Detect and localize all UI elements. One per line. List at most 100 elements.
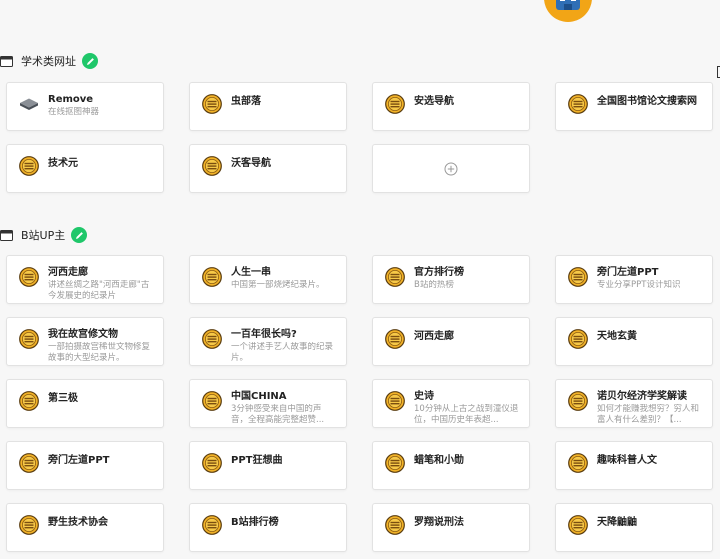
coin-icon [568, 515, 588, 535]
card-text: 人生一串 中国第一部烧烤纪录片。 [231, 266, 336, 291]
coin-icon [19, 515, 39, 535]
card-text: 旁门左道PPT [48, 452, 153, 467]
stack-icon [20, 98, 38, 110]
card-title: 中国CHINA [231, 391, 287, 402]
link-card[interactable]: 野生技术协会 [6, 503, 164, 552]
link-card[interactable]: 技术元 [6, 144, 164, 193]
link-card[interactable]: 虫部落 [189, 82, 347, 131]
card-title: Remove [48, 94, 94, 105]
card-title: 蜡笔和小勋 [414, 455, 464, 466]
pencil-icon [75, 231, 83, 239]
card-text: 罗翔说刑法 [414, 514, 519, 529]
card-description: 讲述丝绸之路"河西走廊"古今发展史的纪录片 [48, 280, 150, 301]
card-title: B站排行榜 [231, 517, 279, 528]
card-text: 诺贝尔经济学奖解读 如何才能赚我想穷？穷人和富人有什么差别？【... [597, 390, 702, 426]
card-text: 河西走廊 [414, 328, 519, 343]
card-text: 一百年很长吗? 一个讲述手艺人故事的纪录片。 [231, 328, 336, 364]
coin-icon [568, 267, 588, 287]
card-text: 安选导航 [414, 93, 519, 108]
card-title: 河西走廊 [414, 331, 454, 342]
link-card[interactable]: 旁门左道PPT 专业分享PPT设计知识 [555, 255, 713, 304]
link-card[interactable]: PPT狂想曲 [189, 441, 347, 490]
coin-icon [19, 267, 39, 287]
folder-icon [0, 55, 13, 67]
edit-section-button[interactable] [82, 53, 98, 69]
plus-circle-icon [444, 162, 458, 175]
coin-icon [568, 453, 588, 473]
section-header-academic: 学术类网址 [0, 52, 98, 70]
edit-section-button[interactable] [71, 227, 88, 243]
link-card[interactable]: 我在故宫修文物 一部拍摄故宫稀世文物修复故事的大型纪录片。 [6, 317, 164, 366]
coin-icon [385, 391, 405, 411]
card-title: 罗翔说刑法 [414, 517, 464, 528]
card-text: 天降鼬鼬 [597, 514, 702, 529]
link-card[interactable]: 沃客导航 [189, 144, 347, 193]
coin-icon [19, 391, 39, 411]
card-text: 蜡笔和小勋 [414, 452, 519, 467]
card-description: 如何才能赚我想穷？穷人和富人有什么差别？【... [597, 404, 700, 425]
card-title: 旁门左道PPT [48, 455, 110, 466]
card-title: PPT狂想曲 [231, 455, 283, 466]
link-card[interactable]: 史诗 10分钟从上古之战到潼仪退位，中国历史年表超... [372, 379, 530, 428]
card-text: 野生技术协会 [48, 514, 153, 529]
link-card[interactable]: 人生一串 中国第一部烧烤纪录片。 [189, 255, 347, 304]
coin-icon [568, 329, 588, 349]
link-card[interactable]: 诺贝尔经济学奖解读 如何才能赚我想穷？穷人和富人有什么差别？【... [555, 379, 713, 428]
card-text: 天地玄黄 [597, 328, 702, 343]
coin-icon [202, 453, 222, 473]
card-title: 天降鼬鼬 [597, 517, 637, 528]
card-title: 虫部落 [231, 96, 261, 107]
card-text: 官方排行榜 B站的热榜 [414, 266, 519, 291]
card-description: B站的热榜 [414, 280, 454, 290]
add-link-button[interactable] [372, 144, 530, 193]
card-text: PPT狂想曲 [231, 452, 336, 467]
link-card[interactable]: 河西走廊 [372, 317, 530, 366]
card-text: 史诗 10分钟从上古之战到潼仪退位，中国历史年表超... [414, 390, 519, 426]
coin-icon [202, 94, 222, 114]
link-card[interactable]: 中国CHINA 3分钟感受来自中国的声音，全程高能完整超赞... [189, 379, 347, 428]
coin-icon [19, 453, 39, 473]
link-card[interactable]: 第三极 [6, 379, 164, 428]
coin-icon [385, 329, 405, 349]
link-card[interactable]: 天降鼬鼬 [555, 503, 713, 552]
coin-icon [202, 391, 222, 411]
card-text: 河西走廊 讲述丝绸之路"河西走廊"古今发展史的纪录片 [48, 266, 153, 302]
coin-icon [568, 94, 588, 114]
card-text: 我在故宫修文物 一部拍摄故宫稀世文物修复故事的大型纪录片。 [48, 328, 153, 364]
card-title: 第三极 [48, 393, 78, 404]
link-card[interactable]: 一百年很长吗? 一个讲述手艺人故事的纪录片。 [189, 317, 347, 366]
link-card[interactable]: 罗翔说刑法 [372, 503, 530, 552]
link-card[interactable]: 旁门左道PPT [6, 441, 164, 490]
link-card[interactable]: B站排行榜 [189, 503, 347, 552]
section-title: B站UP主 [21, 229, 66, 242]
coin-icon [568, 391, 588, 411]
card-title: 沃客导航 [231, 158, 271, 169]
link-card[interactable]: 趣味科普人文 [555, 441, 713, 490]
coin-icon [202, 515, 222, 535]
card-description: 一个讲述手艺人故事的纪录片。 [231, 342, 334, 363]
card-title: 野生技术协会 [48, 517, 108, 528]
card-text: 旁门左道PPT 专业分享PPT设计知识 [597, 266, 702, 291]
link-card[interactable]: 天地玄黄 [555, 317, 713, 366]
link-card[interactable]: 蜡笔和小勋 [372, 441, 530, 490]
coin-icon [385, 453, 405, 473]
card-text: 全国图书馆论文搜索网 [597, 93, 702, 108]
link-card[interactable]: 安选导航 [372, 82, 530, 131]
folder-icon [0, 229, 13, 241]
coin-icon [385, 94, 405, 114]
card-description: 在线抠图神器 [48, 107, 100, 117]
card-description: 3分钟感受来自中国的声音，全程高能完整超赞... [231, 404, 325, 425]
link-card[interactable]: 河西走廊 讲述丝绸之路"河西走廊"古今发展史的纪录片 [6, 255, 164, 304]
section-header-bilibili: B站UP主 [0, 226, 88, 244]
link-card[interactable]: 全国图书馆论文搜索网 [555, 82, 713, 131]
link-card[interactable]: Remove 在线抠图神器 [6, 82, 164, 131]
mascot-logo [544, 0, 592, 22]
card-title: 官方排行榜 [414, 267, 464, 278]
card-description: 一部拍摄故宫稀世文物修复故事的大型纪录片。 [48, 342, 151, 363]
card-text: 第三极 [48, 390, 153, 405]
coin-icon [202, 267, 222, 287]
card-text: Remove 在线抠图神器 [48, 93, 153, 118]
coin-icon [202, 329, 222, 349]
link-card[interactable]: 官方排行榜 B站的热榜 [372, 255, 530, 304]
card-title: 旁门左道PPT [597, 267, 659, 278]
